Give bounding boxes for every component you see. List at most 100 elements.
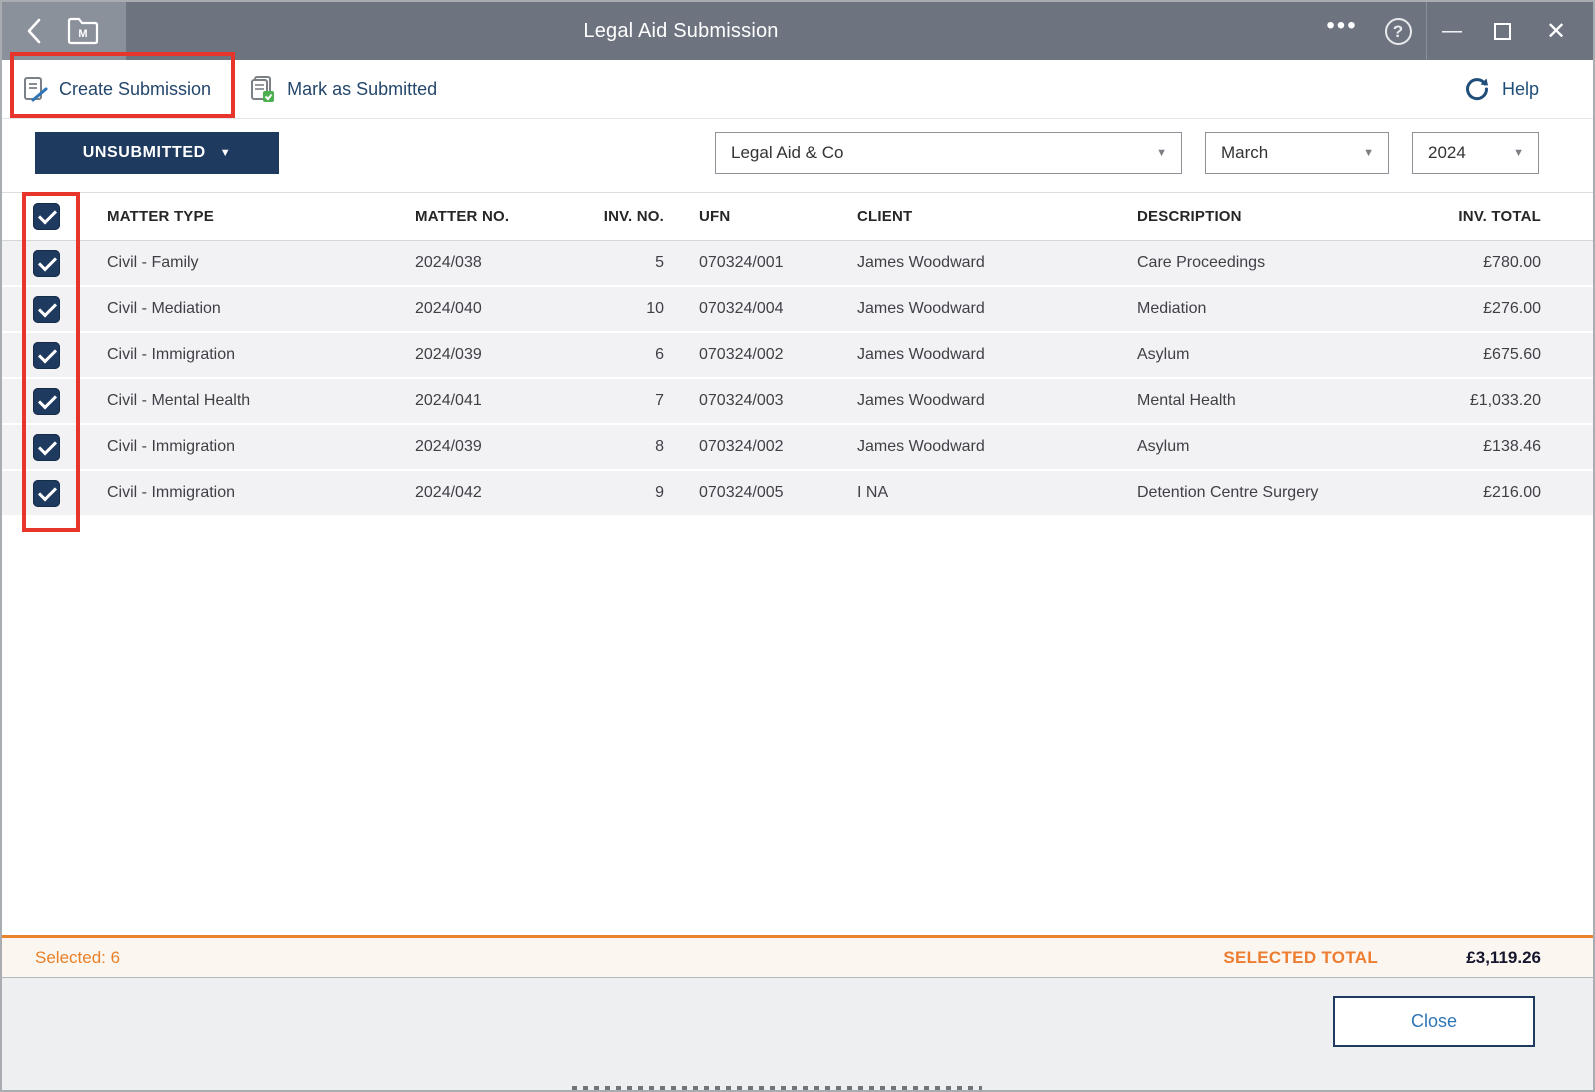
close-window-button[interactable]: ✕ [1527, 2, 1585, 60]
table-row[interactable]: Civil - Family 2024/038 5 070324/001 James W… [2, 241, 1593, 287]
select-all-checkbox[interactable] [33, 203, 60, 230]
cell-matter-no: 2024/039 [415, 438, 482, 455]
column-header-ufn[interactable]: UFN [666, 208, 826, 225]
cell-ufn: 070324/003 [699, 392, 784, 409]
selected-count: Selected: 6 [35, 947, 121, 967]
footer: Close [2, 977, 1593, 1090]
cell-matter-no: 2024/039 [415, 346, 482, 363]
table-header-row: MATTER TYPE MATTER NO. INV. NO. UFN CLIE… [2, 193, 1593, 241]
cell-ufn: 070324/002 [699, 346, 784, 363]
cell-inv-total: £138.46 [1483, 438, 1541, 455]
month-select[interactable]: March ▼ [1205, 132, 1389, 174]
cell-matter-type: Civil - Immigration [107, 484, 236, 501]
minimize-button[interactable]: — [1427, 2, 1477, 60]
help-button[interactable]: Help [1464, 76, 1573, 102]
row-checkbox[interactable] [33, 295, 60, 323]
chevron-down-icon: ▼ [1513, 147, 1524, 159]
cell-client: James Woodward [857, 254, 985, 271]
table-row[interactable]: Civil - Immigration 2024/039 6 070324/002 Ja… [2, 333, 1593, 379]
cell-client: James Woodward [857, 346, 985, 363]
selected-total-value: £3,119.26 [1466, 947, 1541, 967]
row-checkbox[interactable] [33, 341, 60, 369]
row-checkbox[interactable] [33, 387, 60, 415]
cell-client: James Woodward [857, 438, 985, 455]
status-filter-dropdown[interactable]: UNSUBMITTED ▼ [35, 132, 279, 174]
folder-letter: M [78, 28, 87, 40]
row-checkbox[interactable] [33, 433, 60, 461]
cell-inv-no: 8 [655, 438, 664, 455]
close-button[interactable]: Close [1333, 996, 1535, 1047]
year-select[interactable]: 2024 ▼ [1412, 132, 1539, 174]
column-header-inv-total[interactable]: INV. TOTAL [1396, 208, 1593, 225]
table-row[interactable]: Civil - Immigration 2024/042 9 070324/005 I … [2, 471, 1593, 517]
cell-client: James Woodward [857, 300, 985, 317]
filter-bar: UNSUBMITTED ▼ Legal Aid & Co ▼ March ▼ 2… [2, 119, 1593, 192]
mark-as-submitted-icon [249, 75, 277, 103]
help-circle-icon[interactable]: ? [1370, 2, 1426, 60]
row-checkbox-cell [2, 433, 88, 461]
cell-inv-total: £216.00 [1483, 484, 1541, 501]
status-filter-value: UNSUBMITTED [82, 144, 206, 161]
cell-ufn: 070324/004 [699, 300, 784, 317]
table-row[interactable]: Civil - Immigration 2024/039 8 070324/002 Ja… [2, 425, 1593, 471]
cell-matter-no: 2024/040 [415, 300, 482, 317]
summary-bar: Selected: 6 SELECTED TOTAL £3,119.26 [2, 935, 1593, 977]
cell-matter-type: Civil - Family [107, 254, 199, 271]
cell-matter-type: Civil - Mediation [107, 300, 221, 317]
cell-inv-no: 10 [646, 300, 664, 317]
maximize-button[interactable] [1477, 2, 1527, 60]
legal-aid-submission-window: M Legal Aid Submission ••• ? — ✕ Create … [0, 0, 1595, 1092]
titlebar-controls: ••• ? — ✕ [1314, 2, 1593, 60]
cell-inv-total: £276.00 [1483, 300, 1541, 317]
create-submission-button[interactable]: Create Submission [22, 76, 211, 103]
maximize-icon [1493, 22, 1511, 40]
cell-inv-no: 7 [655, 392, 664, 409]
cell-ufn: 070324/002 [699, 438, 784, 455]
column-header-description[interactable]: DESCRIPTION [1106, 208, 1396, 225]
cell-description: Mental Health [1137, 392, 1236, 409]
column-header-inv-no[interactable]: INV. NO. [526, 208, 666, 225]
cell-client: James Woodward [857, 392, 985, 409]
summary-total-group: SELECTED TOTAL £3,119.26 [1223, 948, 1593, 968]
row-checkbox-cell [2, 249, 88, 277]
provider-select-value: Legal Aid & Co [731, 143, 844, 162]
table-body: Civil - Family 2024/038 5 070324/001 James W… [2, 241, 1593, 517]
cell-description: Care Proceedings [1137, 254, 1266, 271]
row-checkbox[interactable] [33, 249, 60, 277]
more-options-icon[interactable]: ••• [1314, 2, 1370, 60]
cell-inv-total: £675.60 [1483, 346, 1541, 363]
refresh-icon [1464, 76, 1490, 102]
row-checkbox-cell [2, 295, 88, 323]
row-checkbox-cell [2, 341, 88, 369]
cell-matter-type: Civil - Immigration [107, 346, 236, 363]
row-checkbox[interactable] [33, 479, 60, 507]
cell-matter-no: 2024/041 [415, 392, 482, 409]
provider-select[interactable]: Legal Aid & Co ▼ [715, 132, 1182, 174]
select-all-cell [2, 203, 88, 230]
mark-as-submitted-label: Mark as Submitted [287, 78, 438, 99]
column-header-matter-no[interactable]: MATTER NO. [396, 208, 526, 225]
cell-matter-no: 2024/042 [415, 484, 482, 501]
column-header-matter-type[interactable]: MATTER TYPE [88, 208, 396, 225]
matter-folder-icon[interactable]: M [66, 17, 100, 45]
selected-total-label: SELECTED TOTAL [1223, 947, 1378, 967]
mark-as-submitted-button[interactable]: Mark as Submitted [249, 75, 437, 103]
cell-description: Asylum [1137, 438, 1190, 455]
submissions-table: MATTER TYPE MATTER NO. INV. NO. UFN CLIE… [2, 192, 1593, 935]
chevron-down-icon: ▼ [219, 147, 232, 159]
cell-inv-total: £1,033.20 [1469, 392, 1541, 409]
table-row[interactable]: Civil - Mediation 2024/040 10 070324/004 Jam… [2, 287, 1593, 333]
cell-description: Asylum [1137, 346, 1190, 363]
back-icon[interactable] [26, 18, 48, 44]
cell-inv-no: 9 [655, 484, 664, 501]
create-submission-label: Create Submission [59, 78, 212, 99]
cell-description: Detention Centre Surgery [1137, 484, 1319, 501]
column-header-client[interactable]: CLIENT [826, 208, 1106, 225]
cell-inv-no: 5 [655, 254, 664, 271]
cell-inv-no: 6 [655, 346, 664, 363]
table-row[interactable]: Civil - Mental Health 2024/041 7 070324/003… [2, 379, 1593, 425]
month-select-value: March [1221, 143, 1269, 162]
cell-description: Mediation [1137, 300, 1207, 317]
cell-inv-total: £780.00 [1483, 254, 1541, 271]
chevron-down-icon: ▼ [1156, 147, 1167, 159]
